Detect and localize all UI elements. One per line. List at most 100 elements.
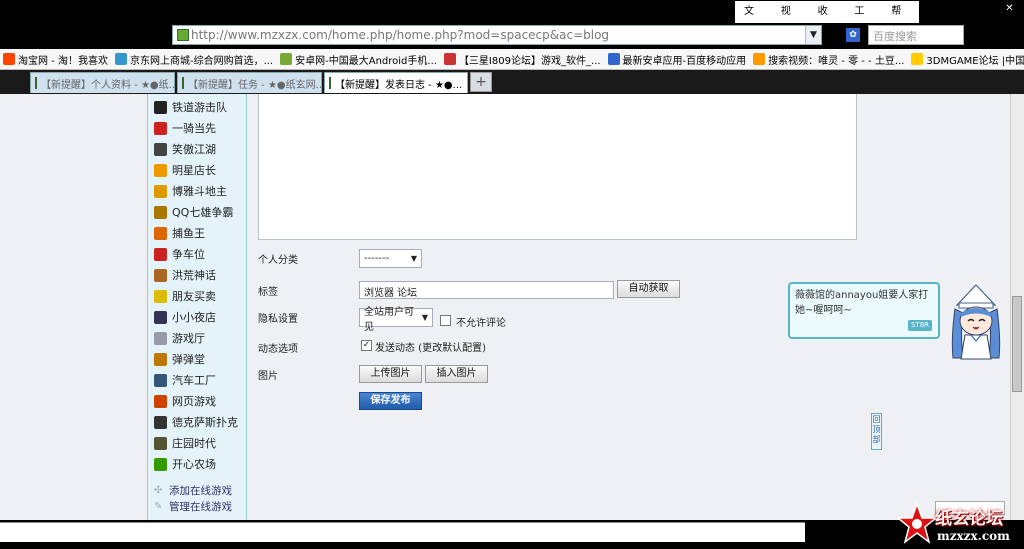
no-comment-label: 不允许评论 [456,318,506,329]
favorite-link[interactable]: 3DMGAME论坛 |中国第一单... [908,52,1024,67]
game-icon [154,415,167,429]
sidebar-game-item[interactable]: 汽车工厂 [154,372,216,388]
tab-favicon-icon [329,77,331,89]
scrollbar-thumb[interactable] [1012,296,1022,392]
game-icon [154,436,167,450]
favorite-icon [443,53,456,65]
menu-tools[interactable]: 工具 [845,1,882,39]
sidebar-game-item[interactable]: 网页游戏 [154,393,216,409]
game-icon [154,226,167,240]
squid-girl-mascot-icon[interactable] [945,283,1007,363]
baidu-paw-icon[interactable]: ✿ [846,28,860,42]
sidebar-game-item[interactable]: 游戏厅 [154,330,205,346]
send-activity-checkbox[interactable]: ✓ [361,340,372,351]
sidebar-game-item[interactable]: 弹弹堂 [154,351,205,367]
add-online-game-link[interactable]: ✣ 添加在线游戏 [154,483,232,498]
back-to-top-button[interactable]: 回顶部 [871,413,882,450]
no-comment-checkbox[interactable] [440,315,451,326]
image-label: 图片 [258,371,278,382]
bubble-text: 薇薇馆的annayou姐要人家打她~喔呵呵~ [795,290,929,316]
manage-online-game-link[interactable]: ✎ 管理在线游戏 [154,499,232,514]
tab-tasks[interactable]: 【新提醒】任务 - ★●纸玄网...✕ [177,72,322,93]
sidebar-game-item[interactable]: 博雅斗地主 [154,183,227,199]
privacy-select[interactable]: 全站用户可见 ▼ [359,307,433,333]
auto-fetch-button[interactable]: 自动获取 [617,280,680,298]
sidebar-game-item[interactable]: 一骑当先 [154,120,216,136]
game-icon [154,268,167,282]
menu-file[interactable]: 文件 [735,1,772,39]
menu-favorites[interactable]: 收藏 [809,1,846,39]
tab-profile[interactable]: 【新提醒】个人资料 - ★●纸...✕ [30,72,175,93]
favorite-icon [911,53,924,65]
favorite-icon [753,53,766,65]
logo-domain: mzxzx.com [937,529,1010,543]
window-close-button[interactable]: ✕ [995,0,1024,22]
sidebar-game-item[interactable]: 笑傲江湖 [154,141,216,157]
save-publish-button[interactable]: 保存发布 [359,392,422,410]
sidebar-game-item[interactable]: 洪荒神话 [154,267,216,283]
insert-image-button[interactable]: 插入图片 [425,365,488,383]
close-tab-icon[interactable]: ✕ [462,78,467,88]
plus-icon: ✣ [154,485,163,496]
address-dropdown-icon[interactable]: ▼ [805,26,821,44]
edit-icon: ✎ [154,501,163,512]
menu-view[interactable]: 视图 [772,1,809,39]
sidebar-game-item[interactable]: 争车位 [154,246,205,262]
favorite-link[interactable]: 安卓网-中国最大Android手机... [277,52,441,67]
game-icon [154,373,167,387]
favorite-icon [114,53,127,65]
game-icon [154,163,167,177]
sidebar-game-item[interactable]: QQ七雄争霸 [154,204,233,220]
upload-image-button[interactable]: 上传图片 [359,365,422,383]
tab-post-blog[interactable]: 【新提醒】发表日志 - ★●...✕ [324,72,468,93]
category-select[interactable]: ------- ▼ [359,249,422,268]
favorite-icon [3,53,15,65]
status-bar [0,522,805,542]
blog-editor[interactable] [258,94,857,240]
address-bar[interactable]: http://www.mzxzx.com/home.php/home.php?m… [172,25,822,45]
sidebar-game-item[interactable]: 开心农场 [154,456,216,472]
tab-favicon-icon [182,77,184,89]
sidebar-game-item[interactable]: 铁道游击队 [154,99,227,115]
site-logo: 纸玄论坛 mzxzx.com [897,502,1024,549]
star-emblem-icon [897,502,937,544]
sidebar-game-item[interactable]: 庄园时代 [154,435,216,451]
favorite-link[interactable]: 最新安卓应用-百度移动应用 [605,52,751,67]
game-icon [154,310,167,324]
tags-input[interactable]: 浏览器 论坛 [359,281,614,299]
game-icon [154,457,167,471]
search-input[interactable]: 百度搜索 [868,25,964,45]
game-icon [154,331,167,345]
new-tab-button[interactable]: + [470,72,492,92]
game-icon [154,142,167,156]
game-icon [154,352,167,366]
sidebar-game-item[interactable]: 德克萨斯扑克 [154,414,238,430]
chevron-down-icon: ▼ [421,313,428,322]
menu-bar: 文件 视图 收藏 工具 帮助 [735,1,919,39]
tab-bar: 【新提醒】个人资料 - ★●纸...✕ 【新提醒】任务 - ★●纸玄网...✕ … [0,70,1024,94]
send-activity-label: 发送动态 (更改默认配置) [375,343,486,354]
sidebar-game-item[interactable]: 明星店长 [154,162,216,178]
favorite-link[interactable]: 【三星I809论坛】游戏_软件_... [441,52,605,67]
games-sidebar: 铁道游击队一骑当先笑傲江湖明星店长博雅斗地主 QQ七雄争霸 捕鱼王争车位洪荒神话朋友… [147,94,247,520]
address-url[interactable]: http://www.mzxzx.com/home.php/home.php?m… [191,28,609,42]
favorite-link[interactable]: 淘宝网 - 淘！我喜欢 [0,52,112,67]
favorite-icon [607,53,620,65]
game-icon [154,121,167,135]
site-favicon-icon [177,29,189,41]
favorite-link[interactable]: 京东网上商城-综合网购首选，... [112,52,277,67]
logo-title: 纸玄论坛 [935,509,1003,529]
privacy-label: 隐私设置 [258,314,298,325]
game-icon [154,184,167,198]
favorite-link[interactable]: 搜索视频：唯灵 - 零 - - 土豆... [750,52,908,67]
game-icon [154,205,167,219]
sidebar-game-item[interactable]: 小小夜店 [154,309,216,325]
game-icon [154,289,167,303]
bubble-tag[interactable]: ST8R [908,320,932,331]
game-icon [154,394,167,408]
game-icon [154,247,167,261]
favorite-icon [280,53,293,65]
sidebar-game-item[interactable]: 捕鱼王 [154,225,205,241]
sidebar-game-item[interactable]: 朋友买卖 [154,288,216,304]
menu-help[interactable]: 帮助 [882,1,919,39]
